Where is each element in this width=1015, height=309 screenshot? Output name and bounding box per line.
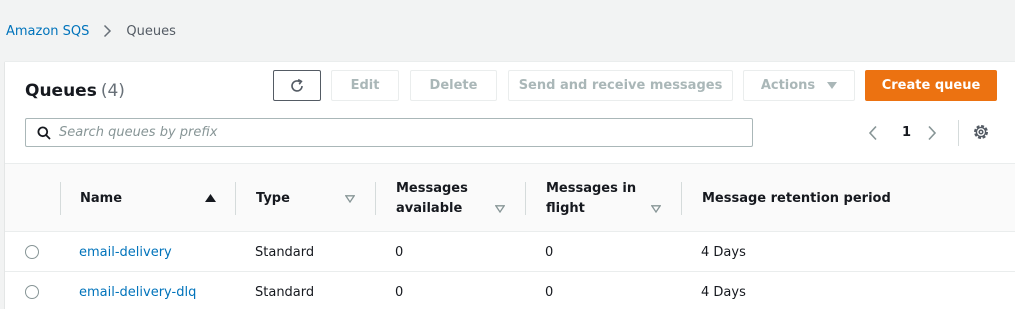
actions-label: Actions [760, 78, 816, 93]
refresh-icon [289, 78, 305, 94]
edit-button[interactable]: Edit [331, 70, 399, 101]
table-row[interactable]: email-delivery-dlq Standard 0 0 4 Days [5, 272, 1015, 309]
messages-available: 0 [395, 244, 404, 260]
queue-type: Standard [255, 284, 315, 300]
retention-period: 4 Days [701, 284, 746, 300]
queue-count: (4) [100, 81, 125, 101]
row-select-radio[interactable] [25, 245, 39, 259]
actions-dropdown[interactable]: Actions [743, 70, 855, 101]
breadcrumb-amazon-sqs[interactable]: Amazon SQS [6, 24, 89, 39]
column-divider [375, 182, 376, 215]
column-header-name[interactable]: Name [80, 164, 122, 233]
breadcrumb: Amazon SQS Queues [6, 22, 176, 40]
chevron-right-icon [103, 24, 112, 38]
breadcrumb-queues: Queues [126, 23, 176, 39]
sort-neutral-icon[interactable] [495, 205, 505, 213]
search-icon [37, 126, 51, 140]
queue-name-link[interactable]: email-delivery [79, 245, 172, 260]
pager-divider [958, 120, 959, 146]
delete-button[interactable]: Delete [410, 70, 497, 101]
messages-in-flight: 0 [545, 244, 554, 260]
messages-available: 0 [395, 284, 404, 300]
gear-icon[interactable] [972, 123, 990, 141]
queue-type: Standard [255, 244, 315, 260]
table-header: Name Type Messages available Messages in… [5, 163, 1015, 232]
previous-page-button[interactable] [868, 122, 878, 144]
current-page-number[interactable]: 1 [902, 125, 911, 140]
messages-in-flight: 0 [545, 284, 554, 300]
create-queue-button[interactable]: Create queue [865, 70, 997, 101]
column-header-retention[interactable]: Message retention period [702, 164, 891, 233]
sort-neutral-icon[interactable] [345, 195, 355, 203]
page-title-text: Queues [25, 81, 97, 101]
row-select-radio[interactable] [25, 285, 39, 299]
column-divider [525, 182, 526, 215]
chevron-left-icon [868, 125, 878, 141]
send-receive-button[interactable]: Send and receive messages [508, 70, 733, 101]
chevron-right-icon [927, 125, 937, 141]
column-header-messages-in-flight[interactable]: Messages in flight [546, 164, 641, 233]
column-divider [235, 182, 236, 215]
column-divider [60, 182, 61, 215]
next-page-button[interactable] [927, 122, 937, 144]
retention-period: 4 Days [701, 244, 746, 260]
queues-panel: Queues (4) Edit Delete Send and receive m… [5, 61, 1015, 309]
table-row[interactable]: email-delivery Standard 0 0 4 Days [5, 232, 1015, 272]
refresh-button[interactable] [273, 70, 321, 101]
search-box[interactable] [25, 118, 753, 147]
column-header-label: Messages available [396, 180, 468, 216]
caret-down-icon [827, 81, 838, 90]
column-header-label: Type [256, 190, 290, 206]
column-header-label: Message retention period [702, 190, 891, 206]
column-header-messages-available[interactable]: Messages available [396, 164, 491, 233]
search-input[interactable] [59, 125, 719, 140]
column-divider [681, 182, 682, 215]
sort-neutral-icon[interactable] [651, 205, 661, 213]
column-header-type[interactable]: Type [256, 164, 290, 233]
sort-ascending-icon[interactable] [205, 194, 216, 202]
column-header-label: Messages in flight [546, 180, 637, 216]
page-title: Queues (4) [25, 81, 125, 101]
column-header-label: Name [80, 190, 123, 206]
queue-name-link[interactable]: email-delivery-dlq [79, 285, 196, 300]
